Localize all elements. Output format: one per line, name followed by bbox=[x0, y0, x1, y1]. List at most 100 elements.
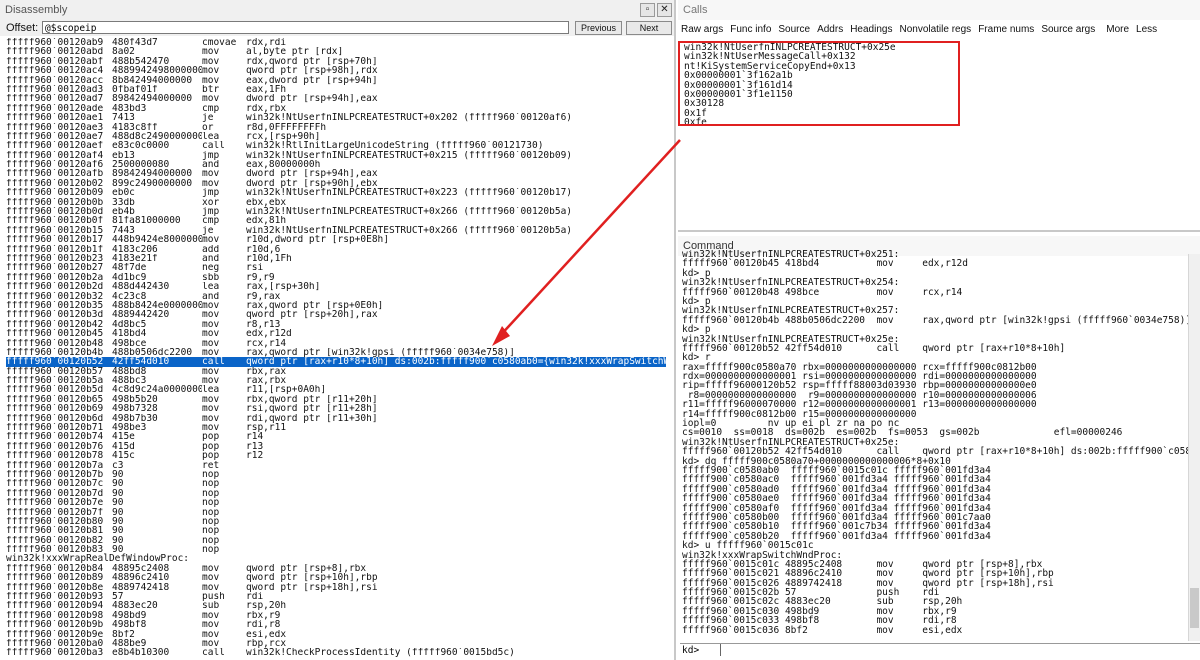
disassembly-line[interactable]: fffff960`00120af6 2500000080 and eax,800000… bbox=[6, 160, 666, 169]
disassembly-line[interactable]: fffff960`00120b78 415c pop r12 bbox=[6, 451, 666, 460]
disassembly-line[interactable]: fffff960`00120b9b 498bf8 mov rdi,r8 bbox=[6, 620, 666, 629]
calls-toolbar-addrs[interactable]: Addrs bbox=[817, 21, 843, 39]
call-stack-frame[interactable]: 0x00000001`3f1e1150 bbox=[684, 89, 1184, 99]
disassembly-line[interactable]: fffff960`00120b7a c3 ret bbox=[6, 461, 666, 470]
disassembly-line[interactable]: fffff960`00120b3d 4889442420 mov qword ptr … bbox=[6, 310, 666, 319]
calls-toolbar-source[interactable]: Source bbox=[778, 21, 810, 39]
previous-button[interactable]: Previous bbox=[575, 21, 622, 35]
call-stack-frame[interactable]: 0x30128 bbox=[684, 99, 1184, 109]
disassembly-line[interactable]: fffff960`00120b32 4c23c8 and r9,rax bbox=[6, 292, 666, 301]
command-scrollbar[interactable] bbox=[1188, 254, 1200, 641]
disassembly-line[interactable]: fffff960`00120b23 4183e21f and r10d,1Fh bbox=[6, 254, 666, 263]
disassembly-line[interactable]: fffff960`00120b57 488bd8 mov rbx,rax bbox=[6, 367, 666, 376]
calls-toolbar-source-args[interactable]: Source args bbox=[1041, 21, 1095, 39]
operands: rbx,qword ptr [r11+20h] bbox=[246, 394, 378, 405]
calls-toolbar-raw-args[interactable]: Raw args bbox=[681, 21, 723, 39]
disassembly-line[interactable]: fffff960`00120b42 4d8bc5 mov r8,r13 bbox=[6, 320, 666, 329]
calls-toolbar-nonvolatile-regs[interactable]: Nonvolatile regs bbox=[899, 21, 971, 39]
disassembly-line[interactable]: fffff960`00120b80 90 nop bbox=[6, 517, 666, 526]
disassembly-line[interactable]: fffff960`00120b89 48896c2410 mov qword ptr … bbox=[6, 573, 666, 582]
disassembly-line[interactable]: fffff960`00120b02 899c2490000000 mov dword … bbox=[6, 179, 666, 188]
disassembly-line[interactable]: fffff960`00120ba0 488be9 mov rbp,rcx bbox=[6, 639, 666, 648]
disassembly-line[interactable]: fffff960`00120b0f 81fa81000000 cmp edx,81h bbox=[6, 216, 666, 225]
command-input[interactable] bbox=[720, 644, 1191, 656]
mnemonic: and bbox=[202, 160, 220, 170]
disassembly-line[interactable]: fffff960`00120b2d 488d442430 lea rax,[rsp+3… bbox=[6, 282, 666, 291]
disassembly-line[interactable]: fffff960`00120b09 eb0c jmp win32k!NtUserfnI… bbox=[6, 188, 666, 197]
address: fffff960`00120b4b bbox=[6, 347, 104, 358]
disassembly-line[interactable]: fffff960`00120b7e 90 nop bbox=[6, 498, 666, 507]
calls-toolbar-frame-nums[interactable]: Frame nums bbox=[978, 21, 1034, 39]
disassembly-line[interactable]: fffff960`00120b74 415e pop r14 bbox=[6, 432, 666, 441]
calls-titlebar[interactable]: Calls bbox=[678, 0, 1200, 20]
disassembly-line[interactable]: fffff960`00120abf 488b542470 mov rdx,qword … bbox=[6, 57, 666, 66]
disassembly-line[interactable]: fffff960`00120b48 498bce mov rcx,r14 bbox=[6, 339, 666, 348]
disassembly-line[interactable]: fffff960`00120ad3 0fbaf01f btr eax,1Fh bbox=[6, 85, 666, 94]
command-scrollbar-thumb[interactable] bbox=[1190, 588, 1199, 628]
disassembly-line[interactable]: fffff960`00120b7c 90 nop bbox=[6, 479, 666, 488]
mnemonic: nop bbox=[202, 535, 220, 546]
disassembly-line[interactable]: fffff960`00120b2a 4d1bc9 sbb r9,r9 bbox=[6, 273, 666, 282]
disassembly-line[interactable]: fffff960`00120b82 90 nop bbox=[6, 536, 666, 545]
disassembly-line[interactable]: fffff960`00120b81 90 nop bbox=[6, 526, 666, 535]
disassembly-line[interactable]: fffff960`00120b8e 4889742418 mov qword ptr … bbox=[6, 583, 666, 592]
address: fffff960`00120b32 bbox=[6, 291, 104, 301]
disassembly-line[interactable]: fffff960`00120afb 89842494000000 mov dword … bbox=[6, 169, 666, 178]
disassembly-line[interactable]: fffff960`00120b9e 8bf2 mov esi,edx bbox=[6, 630, 666, 639]
disassembly-line[interactable]: fffff960`00120b5d 4c8d9c24a0000000 lea r11,… bbox=[6, 385, 666, 394]
disassembly-line[interactable]: fffff960`00120ae3 4183c8ff or r8d,0FFFFFFFF… bbox=[6, 123, 666, 132]
disassembly-line[interactable]: fffff960`00120ae7 488d8c2490000000 lea rcx,… bbox=[6, 132, 666, 141]
disassembly-line[interactable]: fffff960`00120b4b 488b0506dc2200 mov rax,qw… bbox=[6, 348, 666, 357]
disassembly-line[interactable]: fffff960`00120abd 8a02 mov al,byte ptr [rdx… bbox=[6, 47, 666, 56]
offset-input[interactable]: @$scopeip bbox=[42, 21, 569, 34]
disassembly-line[interactable]: fffff960`00120b7f 90 nop bbox=[6, 508, 666, 517]
disassembly-line[interactable]: fffff960`00120b35 488b8424e0000000 mov rax,… bbox=[6, 301, 666, 310]
disassembly-line[interactable]: fffff960`00120ade 483bd3 cmp rdx,rbx bbox=[6, 104, 666, 113]
disassembly-listing[interactable]: fffff960`00120ab9 480f43d7 cmovae rdx,rdi ff… bbox=[6, 38, 666, 658]
disassembly-current-line[interactable]: fffff960`00120b52 42ff54d010 call qword ptr… bbox=[6, 357, 666, 367]
disassembly-line[interactable]: fffff960`00120b7b 90 nop bbox=[6, 470, 666, 479]
disassembly-line[interactable]: fffff960`00120ac4 4889942498000000 mov qwor… bbox=[6, 66, 666, 75]
disassembly-line[interactable]: fffff960`00120b76 415d pop r13 bbox=[6, 442, 666, 451]
disassembly-line[interactable]: fffff960`00120b7d 90 nop bbox=[6, 489, 666, 498]
disassembly-line[interactable]: fffff960`00120b94 4883ec20 sub rsp,20h bbox=[6, 601, 666, 610]
disassembly-line[interactable]: fffff960`00120b0d eb4b jmp win32k!NtUserfnI… bbox=[6, 207, 666, 216]
disassembly-line[interactable]: fffff960`00120ad7 89842494000000 mov dword … bbox=[6, 94, 666, 103]
mnemonic: mov bbox=[202, 582, 220, 593]
disassembly-line[interactable]: fffff960`00120b84 48895c2408 mov qword ptr … bbox=[6, 564, 666, 573]
call-stack-frame[interactable]: 0xfe bbox=[684, 118, 1184, 128]
disassembly-line[interactable]: fffff960`00120b27 48f7de neg rsi bbox=[6, 263, 666, 272]
calls-toolbar-less[interactable]: Less bbox=[1136, 21, 1157, 39]
disassembly-line[interactable]: fffff960`00120b0b 33db xor ebx,ebx bbox=[6, 198, 666, 207]
call-stack-frame[interactable]: 0x1f bbox=[684, 108, 1184, 118]
disassembly-line[interactable]: fffff960`00120b98 498bd9 mov rbx,r9 bbox=[6, 611, 666, 620]
disassembly-line[interactable]: fffff960`00120acc 8b842494000000 mov eax,dw… bbox=[6, 76, 666, 85]
dock-icon[interactable]: ▫ bbox=[640, 3, 655, 17]
disassembly-line[interactable]: fffff960`00120b5a 488bc3 mov rax,rbx bbox=[6, 376, 666, 385]
disassembly-line[interactable]: fffff960`00120b6d 498b7b30 mov rdi,qword pt… bbox=[6, 414, 666, 423]
call-stack-list[interactable]: win32k!NtUserfnINLPCREATESTRUCT+0x25e win… bbox=[684, 43, 1184, 128]
next-button[interactable]: Next bbox=[626, 21, 672, 35]
disassembly-line[interactable]: fffff960`00120b69 498b7328 mov rsi,qword pt… bbox=[6, 404, 666, 413]
calls-toolbar-func-info[interactable]: Func info bbox=[730, 21, 771, 39]
mnemonic: mov bbox=[202, 366, 220, 377]
mnemonic: mov bbox=[202, 338, 220, 348]
disassembly-line[interactable]: fffff960`00120ab9 480f43d7 cmovae rdx,rdi bbox=[6, 38, 666, 47]
disassembly-line[interactable]: fffff960`00120b15 7443 je win32k!NtUserfnIN… bbox=[6, 226, 666, 235]
disassembly-line[interactable]: fffff960`00120aef e83c0c0000 call win32k!Rt… bbox=[6, 141, 666, 150]
disassembly-symbol-label[interactable]: win32k!xxxWrapRealDefWindowProc: bbox=[6, 554, 666, 564]
close-icon[interactable]: ✕ bbox=[657, 3, 672, 17]
disassembly-line[interactable]: fffff960`00120b45 418bd4 mov edx,r12d bbox=[6, 329, 666, 338]
disassembly-line[interactable]: fffff960`00120ae1 7413 je win32k!NtUserfnIN… bbox=[6, 113, 666, 122]
disassembly-line[interactable]: fffff960`00120b1f 4183c206 add r10d,6 bbox=[6, 245, 666, 254]
disassembly-line[interactable]: fffff960`00120ba3 e8b4b10300 call win32k!Ch… bbox=[6, 648, 666, 657]
disassembly-line[interactable]: fffff960`00120b93 57 push rdi bbox=[6, 592, 666, 601]
calls-toolbar-headings[interactable]: Headings bbox=[850, 21, 892, 39]
opcode-bytes: 415e bbox=[112, 432, 135, 442]
calls-toolbar-more[interactable]: More bbox=[1106, 21, 1129, 39]
disassembly-titlebar[interactable]: Disassembly ▫ ✕ bbox=[0, 0, 674, 20]
disassembly-line[interactable]: fffff960`00120b17 448b9424e8000000 mov r10d… bbox=[6, 235, 666, 244]
disassembly-line[interactable]: fffff960`00120af4 eb13 jmp win32k!NtUserfnI… bbox=[6, 151, 666, 160]
disassembly-line[interactable]: fffff960`00120b71 498be3 mov rsp,r11 bbox=[6, 423, 666, 432]
disassembly-line[interactable]: fffff960`00120b65 498b5b20 mov rbx,qword pt… bbox=[6, 395, 666, 404]
